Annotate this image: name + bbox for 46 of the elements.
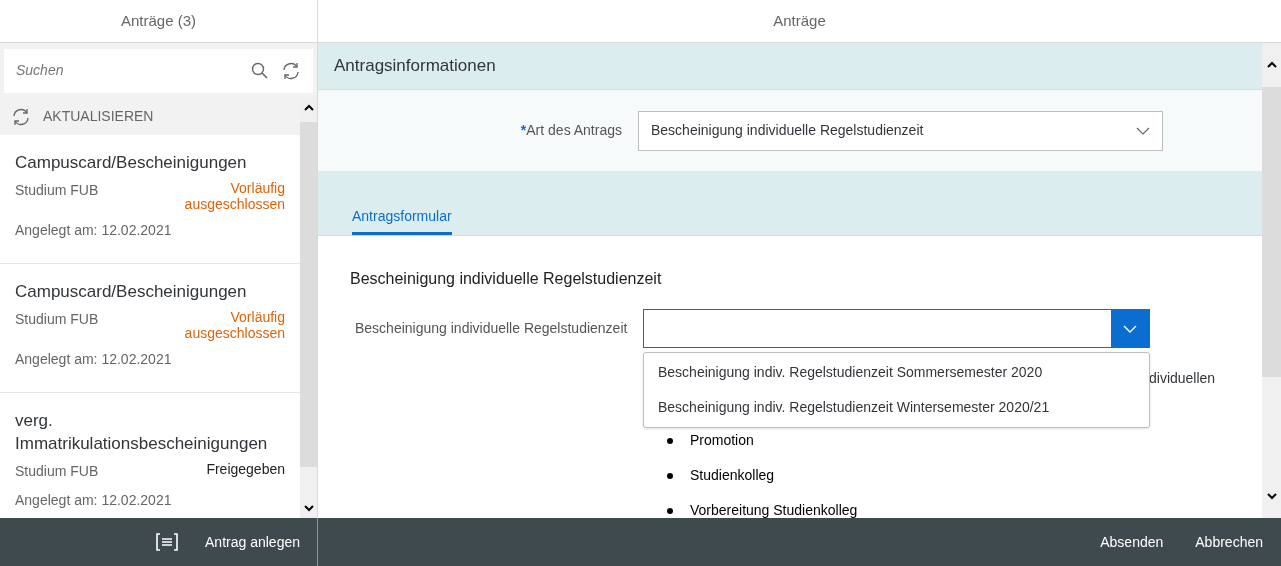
- panel-title: Anträge (3): [120, 10, 196, 31]
- refresh-icon: [11, 106, 31, 127]
- dropdown-option[interactable]: Bescheinigung indiv. Regelstudienzeit Sommersemester 2020: [644, 355, 1149, 390]
- footer-button[interactable]: Absenden: [1084, 524, 1180, 560]
- footer-button[interactable]: Abbrechen: [1179, 524, 1279, 560]
- list-text: Vorbereitung Studienkolleg: [690, 501, 858, 518]
- bullet-icon: [667, 472, 673, 479]
- section-title: Antragsinformationen: [334, 55, 496, 78]
- scroll-down-icon[interactable]: [1265, 490, 1278, 502]
- search-input[interactable]: Suchen: [16, 60, 239, 81]
- item-title: Campuscard/Bescheinigungen: [15, 152, 248, 174]
- chevron-down-icon[interactable]: [1136, 126, 1150, 135]
- form-title: Bescheinigung individuelle Regelstudienzeit: [350, 269, 663, 289]
- scroll-down-icon[interactable]: [302, 502, 315, 514]
- field-label: Bescheinigung individuelle Regelstudienzeit: [354, 319, 629, 338]
- search-icon[interactable]: [251, 61, 269, 80]
- item-date: Angelegt am: 12.02.2021: [15, 350, 173, 369]
- item-subtitle: Studium FUB: [15, 310, 99, 329]
- refresh-button[interactable]: AKTUALISIEREN: [0, 98, 300, 135]
- paragraph-text: dividuellen: [1149, 369, 1216, 388]
- select-field[interactable]: [643, 309, 1150, 348]
- bullet-icon: [667, 437, 673, 444]
- select-field[interactable]: Bescheinigung individuelle Regelstudienzeit: [638, 110, 1163, 151]
- dropdown-option[interactable]: Bescheinigung indiv. Regelstudienzeit Wintersemester 2020/21: [644, 390, 1149, 425]
- item-date: Angelegt am: 12.02.2021: [15, 491, 173, 510]
- list-text: Promotion: [690, 431, 754, 450]
- bullet-icon: [667, 507, 673, 514]
- item-subtitle: Studium FUB: [15, 462, 99, 481]
- item-title: Campuscard/Bescheinigungen: [15, 281, 248, 303]
- list-text: Studienkolleg: [690, 466, 775, 485]
- required-mark: *: [520, 122, 527, 138]
- panel-title: Anträge: [773, 10, 826, 31]
- create-request-button[interactable]: Antrag anlegen: [144, 524, 311, 560]
- item-subtitle: Studium FUB: [15, 181, 99, 200]
- refresh-icon[interactable]: [281, 60, 301, 81]
- field-label: Art des Antrags: [526, 122, 622, 138]
- chevron-down-icon: [1123, 324, 1137, 333]
- scrollbar-thumb[interactable]: [300, 122, 317, 467]
- item-status: Vorläufig ausgeschlossen: [183, 309, 285, 341]
- item-date: Angelegt am: 12.02.2021: [15, 221, 173, 240]
- item-status: Freigegeben: [205, 461, 285, 477]
- scrollbar-thumb[interactable]: [1262, 87, 1281, 377]
- search-field[interactable]: Suchen: [4, 48, 313, 93]
- item-title: verg. Immatrikulationsbescheinigungen: [15, 410, 269, 455]
- list-icon: [155, 532, 180, 552]
- item-status: Vorläufig ausgeschlossen: [183, 180, 285, 212]
